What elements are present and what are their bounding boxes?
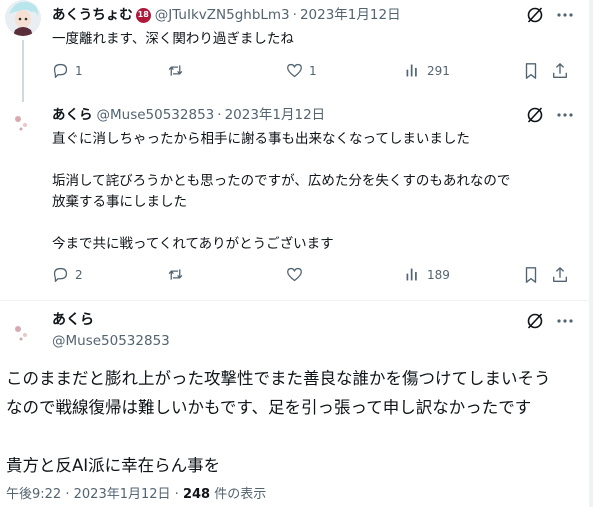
author-handle[interactable]: @Muse50532853 [52, 332, 170, 350]
views-count: 248 [182, 487, 211, 502]
like-button[interactable]: 1 [286, 62, 317, 79]
author-name[interactable]: あくら [52, 106, 93, 124]
views-icon [406, 64, 417, 77]
tweet-2[interactable]: あくら @Muse50532853 · 2023年1月12日 直ぐに消しちゃった… [0, 95, 589, 300]
avatar[interactable] [5, 0, 41, 36]
views-button[interactable]: 189 [404, 266, 450, 283]
avatar[interactable] [5, 313, 41, 349]
like-icon [287, 63, 302, 78]
tweet-text: 直ぐに消しちゃったから相手に謝る事も出来なくなってしまいました 垢消して詫びろう… [52, 131, 511, 252]
bookmark-icon[interactable] [522, 266, 540, 284]
tweet-date[interactable]: 2023年1月12日 [300, 6, 401, 24]
thread-line [22, 40, 24, 95]
thread-line [22, 95, 24, 102]
retweet-button[interactable] [167, 266, 190, 283]
avatar[interactable] [5, 103, 41, 139]
more-icon[interactable] [555, 5, 575, 25]
views-label: 件の表示 [214, 487, 267, 502]
retweet-icon [168, 269, 183, 280]
tweet-time[interactable]: 午後9:22 [6, 487, 61, 502]
separator: · [174, 487, 179, 502]
reply-icon [53, 267, 68, 282]
views-count: 189 [427, 267, 450, 282]
reply-count: 2 [75, 267, 83, 282]
action-bar: 2 189 [52, 266, 577, 288]
like-count: 1 [309, 63, 317, 78]
author-handle[interactable]: @JTuIkvZN5ghbLm3 [155, 6, 290, 24]
main-tweet: あくら @Muse50532853 このままだと膨れ上がった攻撃性でまた善良な誰… [0, 301, 589, 507]
reply-button[interactable]: 1 [52, 62, 83, 79]
separator: · [292, 7, 297, 23]
grok-icon[interactable] [525, 105, 545, 125]
tweet-date[interactable]: 2023年1月12日 [225, 106, 326, 124]
reply-icon [53, 63, 68, 78]
grok-icon[interactable] [525, 5, 545, 25]
scrollbar-track[interactable] [589, 0, 593, 507]
reply-count: 1 [75, 63, 83, 78]
author-name[interactable]: あくら [52, 311, 94, 329]
share-icon[interactable] [551, 266, 569, 284]
like-button[interactable] [286, 266, 309, 283]
more-icon[interactable] [555, 105, 575, 125]
retweet-icon [168, 65, 183, 76]
share-icon[interactable] [551, 62, 569, 80]
views-button[interactable]: 291 [404, 62, 450, 79]
reply-button[interactable]: 2 [52, 266, 83, 283]
author-name[interactable]: あくうちょむ [52, 6, 133, 24]
views-icon [406, 268, 417, 281]
bookmark-icon[interactable] [522, 62, 540, 80]
tweet-header: あくら @Muse50532853 · 2023年1月12日 [52, 106, 325, 124]
tweet-date[interactable]: 2023年1月12日 [74, 487, 171, 502]
tweet-1[interactable]: あくうちょむ 18 @JTuIkvZN5ghbLm3 · 2023年1月12日 … [0, 0, 589, 95]
tweet-header: あくうちょむ 18 @JTuIkvZN5ghbLm3 · 2023年1月12日 [52, 6, 401, 24]
views-count: 291 [427, 63, 450, 78]
separator: · [217, 107, 222, 123]
tweet-meta: 午後9:22 · 2023年1月12日 · 248 件の表示 [6, 483, 266, 502]
tweet-text: 一度離れます、深く関わり過ぎましたね [52, 31, 294, 47]
action-bar: 1 1 291 [52, 62, 577, 84]
author-handle[interactable]: @Muse50532853 [97, 106, 215, 124]
age-badge-icon: 18 [135, 7, 151, 23]
more-icon[interactable] [555, 311, 575, 331]
retweet-button[interactable] [167, 62, 190, 79]
separator: · [65, 487, 70, 502]
grok-icon[interactable] [525, 311, 545, 331]
like-icon [287, 267, 302, 282]
tweet-text: このままだと膨れ上がった攻撃性でまた善良な誰かを傷つけてしまいそう なので戦線復… [6, 369, 551, 475]
